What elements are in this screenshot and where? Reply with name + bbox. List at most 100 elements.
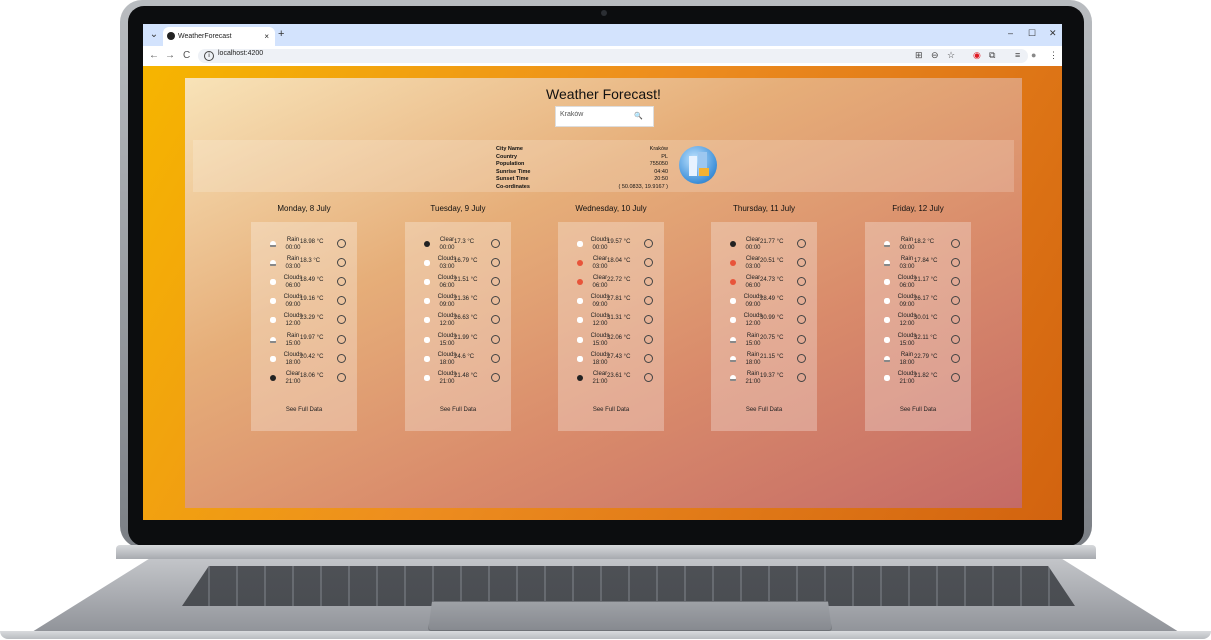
see-full-data-button[interactable]: See Full Data [405, 407, 511, 413]
omnibox[interactable]: i localhost:4200 [198, 49, 1028, 63]
zoom-icon[interactable]: ⊖ [931, 50, 939, 61]
forecast-entry[interactable]: Clouds 06:00 18.49 °C [269, 274, 349, 292]
forward-button[interactable]: → [165, 50, 175, 61]
forecast-entry[interactable]: Rain 15:00 19.97 °C [269, 332, 349, 350]
select-radio[interactable] [951, 277, 960, 287]
forecast-entry[interactable]: Clouds 21:00 21.48 °C [423, 370, 503, 388]
forecast-entry[interactable]: Clear 06:00 24.73 °C [729, 274, 809, 292]
forecast-entry[interactable]: Clear 21:00 18.06 °C [269, 370, 349, 388]
forecast-entry[interactable]: Clouds 12:00 30.01 °C [883, 312, 963, 330]
select-radio[interactable] [491, 372, 500, 382]
select-radio[interactable] [337, 334, 346, 344]
tab-weather-forecast[interactable]: WeatherForecast × [163, 27, 275, 46]
forecast-entry[interactable]: Rain 03:00 18.3 °C [269, 255, 349, 273]
forecast-entry[interactable]: Clouds 09:00 26.17 °C [883, 293, 963, 311]
select-radio[interactable] [337, 372, 346, 382]
forecast-entry[interactable]: Rain 18:00 22.79 °C [883, 351, 963, 369]
forecast-entry[interactable]: Clouds 00:00 19.57 °C [576, 236, 656, 254]
see-full-data-button[interactable]: See Full Data [251, 407, 357, 413]
select-radio[interactable] [644, 353, 653, 363]
extensions-icon[interactable]: ⧉ [989, 50, 995, 61]
reload-button[interactable]: C [183, 50, 190, 61]
opera-extension-icon[interactable]: ◉ [973, 50, 981, 61]
forecast-entry[interactable]: Clear 00:00 17.3 °C [423, 236, 503, 254]
select-radio[interactable] [797, 277, 806, 287]
forecast-entry[interactable]: Clouds 12:00 30.99 °C [729, 312, 809, 330]
select-radio[interactable] [644, 239, 653, 248]
select-radio[interactable] [491, 353, 500, 363]
select-radio[interactable] [491, 296, 500, 306]
select-radio[interactable] [491, 239, 500, 248]
forecast-entry[interactable]: Clear 03:00 18.04 °C [576, 255, 656, 273]
forecast-entry[interactable]: Clouds 12:00 31.31 °C [576, 312, 656, 330]
forecast-entry[interactable]: Clouds 21:00 21.82 °C [883, 370, 963, 388]
select-radio[interactable] [951, 315, 960, 325]
see-full-data-button[interactable]: See Full Data [711, 407, 817, 413]
forecast-entry[interactable]: Clouds 18:00 20.42 °C [269, 351, 349, 369]
select-radio[interactable] [951, 334, 960, 344]
forecast-entry[interactable]: Rain 03:00 17.84 °C [883, 255, 963, 273]
profile-avatar-icon[interactable]: ● [1031, 50, 1036, 60]
forecast-entry[interactable]: Clouds 15:00 32.06 °C [576, 332, 656, 350]
select-radio[interactable] [644, 334, 653, 344]
select-radio[interactable] [951, 353, 960, 363]
minimize-button[interactable]: – [1008, 28, 1013, 38]
see-full-data-button[interactable]: See Full Data [558, 407, 664, 413]
forecast-entry[interactable]: Clear 00:00 21.77 °C [729, 236, 809, 254]
forecast-entry[interactable]: Clouds 18:00 24.6 °C [423, 351, 503, 369]
forecast-entry[interactable]: Rain 18:00 21.15 °C [729, 351, 809, 369]
select-radio[interactable] [644, 315, 653, 325]
select-radio[interactable] [797, 372, 806, 382]
forecast-entry[interactable]: Clouds 09:00 21.36 °C [423, 293, 503, 311]
tab-search-icon[interactable]: ⌄ [147, 28, 161, 42]
translate-icon[interactable]: ⊞ [915, 50, 923, 61]
new-tab-button[interactable]: + [278, 28, 284, 40]
forecast-entry[interactable]: Clouds 18:00 27.43 °C [576, 351, 656, 369]
select-radio[interactable] [644, 296, 653, 306]
tab-close-icon[interactable]: × [264, 27, 269, 46]
select-radio[interactable] [797, 296, 806, 306]
more-menu-icon[interactable]: ⋮ [1049, 50, 1058, 61]
select-radio[interactable] [337, 258, 346, 268]
city-search-input[interactable] [558, 110, 632, 119]
forecast-entry[interactable]: Clouds 12:00 26.63 °C [423, 312, 503, 330]
select-radio[interactable] [491, 315, 500, 325]
select-radio[interactable] [951, 296, 960, 306]
select-radio[interactable] [491, 334, 500, 344]
forecast-entry[interactable]: Rain 00:00 18.98 °C [269, 236, 349, 254]
select-radio[interactable] [951, 239, 960, 248]
select-radio[interactable] [491, 277, 500, 287]
select-radio[interactable] [491, 258, 500, 268]
forecast-entry[interactable]: Clouds 09:00 28.49 °C [729, 293, 809, 311]
forecast-entry[interactable]: Clear 21:00 23.61 °C [576, 370, 656, 388]
select-radio[interactable] [797, 258, 806, 268]
select-radio[interactable] [797, 334, 806, 344]
select-radio[interactable] [644, 277, 653, 287]
close-window-button[interactable]: ✕ [1049, 28, 1057, 39]
forecast-entry[interactable]: Clear 06:00 22.72 °C [576, 274, 656, 292]
site-info-icon[interactable]: i [204, 51, 214, 61]
maximize-button[interactable]: ☐ [1028, 28, 1036, 39]
select-radio[interactable] [797, 315, 806, 325]
forecast-entry[interactable]: Rain 15:00 20.75 °C [729, 332, 809, 350]
forecast-entry[interactable]: Clouds 12:00 23.29 °C [269, 312, 349, 330]
forecast-entry[interactable]: Clouds 09:00 27.81 °C [576, 293, 656, 311]
forecast-entry[interactable]: Rain 21:00 19.37 °C [729, 370, 809, 388]
forecast-entry[interactable]: Clear 03:00 20.51 °C [729, 255, 809, 273]
select-radio[interactable] [797, 353, 806, 363]
reading-list-icon[interactable]: ≡ [1015, 50, 1020, 60]
select-radio[interactable] [951, 258, 960, 268]
forecast-entry[interactable]: Clouds 15:00 32.11 °C [883, 332, 963, 350]
select-radio[interactable] [644, 258, 653, 268]
select-radio[interactable] [951, 372, 960, 382]
bookmark-star-icon[interactable]: ☆ [947, 50, 955, 61]
select-radio[interactable] [797, 239, 806, 248]
forecast-entry[interactable]: Clouds 06:00 21.51 °C [423, 274, 503, 292]
select-radio[interactable] [337, 353, 346, 363]
select-radio[interactable] [337, 239, 346, 248]
forecast-entry[interactable]: Clouds 15:00 21.99 °C [423, 332, 503, 350]
forecast-entry[interactable]: Clouds 03:00 16.79 °C [423, 255, 503, 273]
forecast-entry[interactable]: Clouds 06:00 21.17 °C [883, 274, 963, 292]
see-full-data-button[interactable]: See Full Data [865, 407, 971, 413]
select-radio[interactable] [337, 315, 346, 325]
